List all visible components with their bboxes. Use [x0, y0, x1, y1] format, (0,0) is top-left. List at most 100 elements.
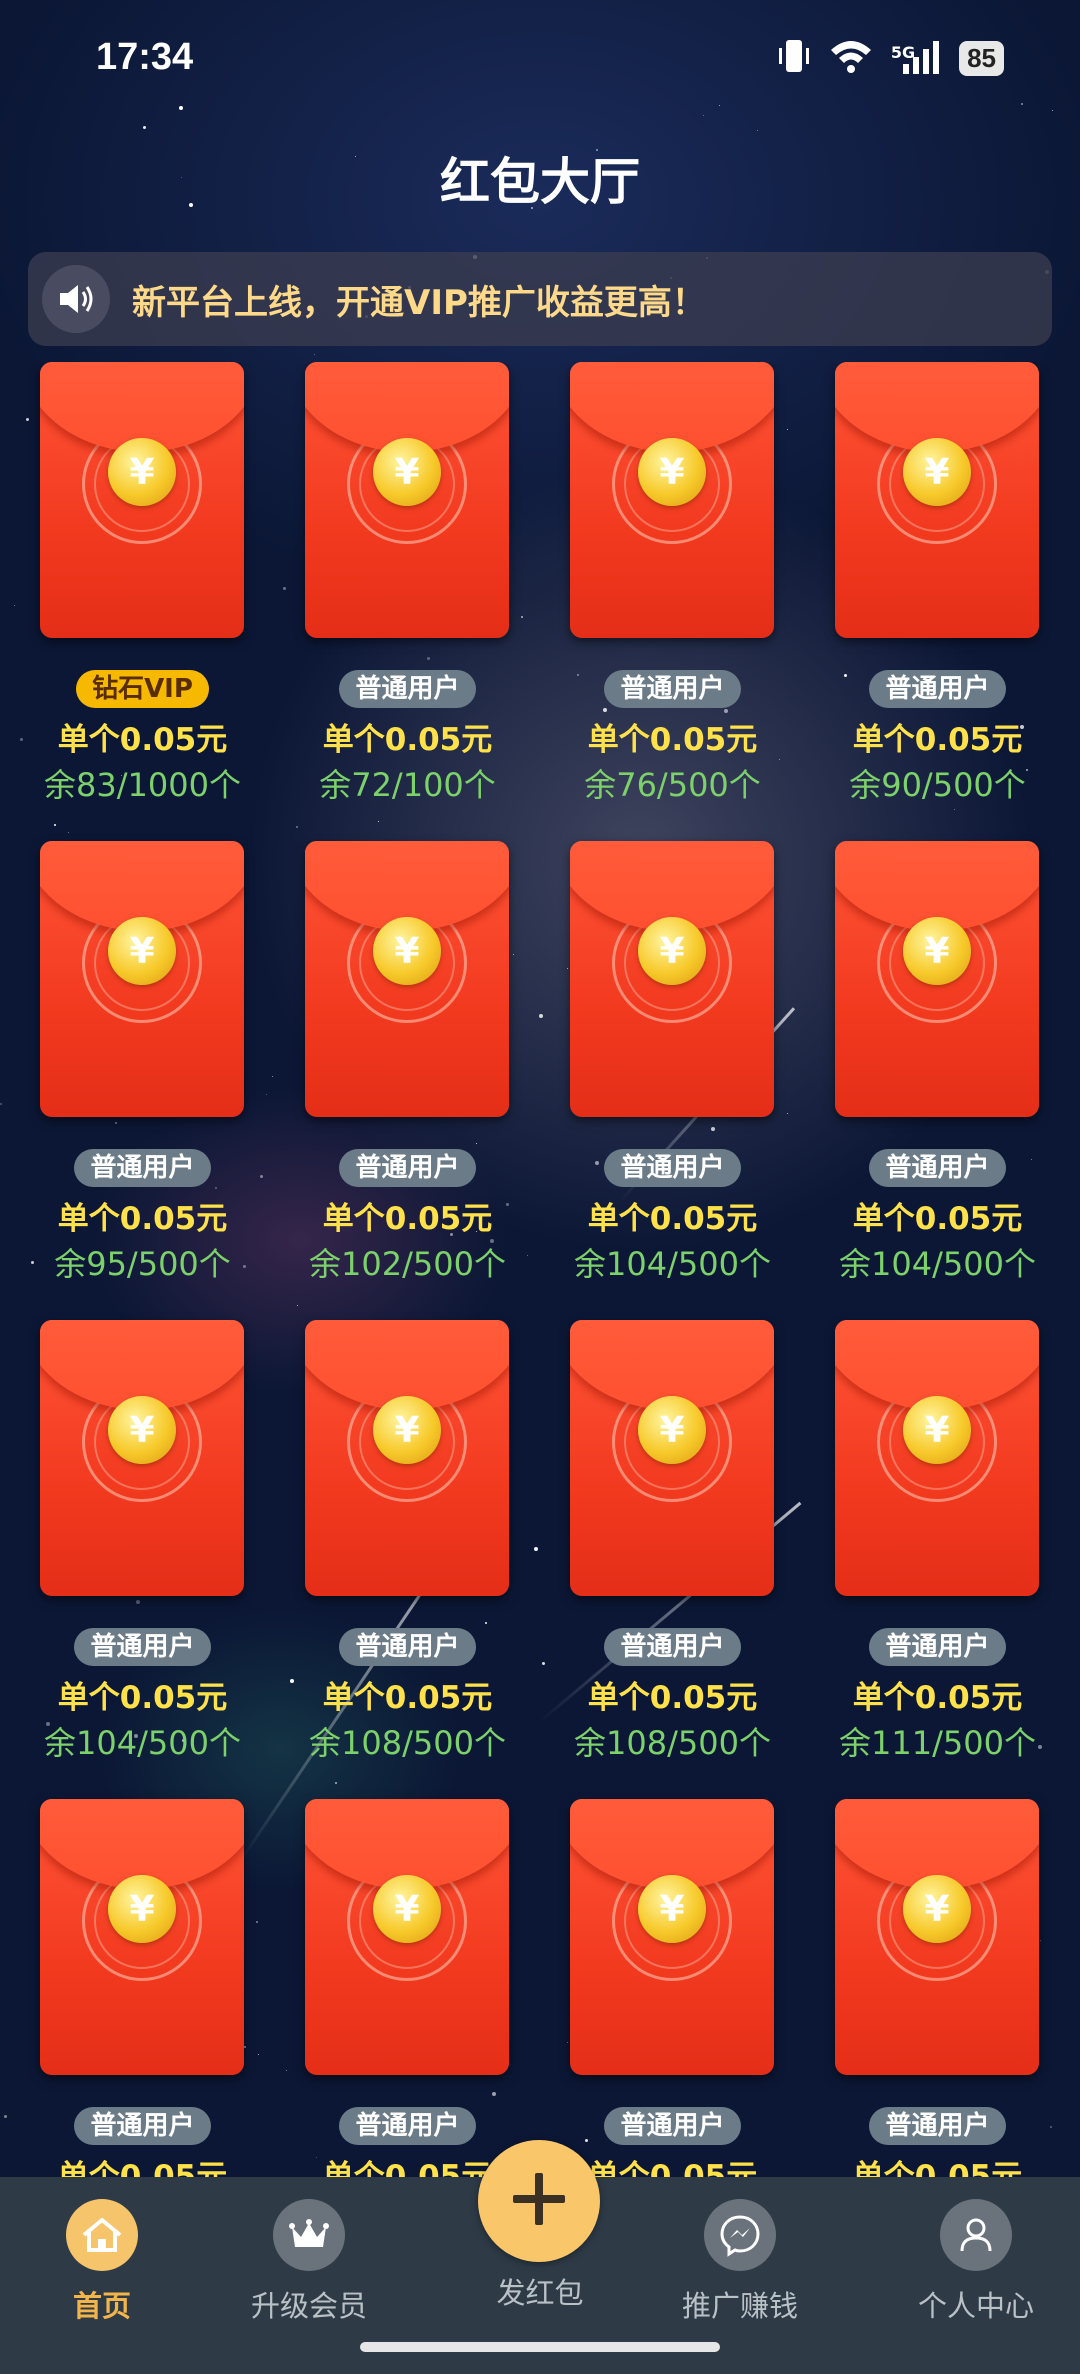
yuan-coin-icon: ¥ [903, 1396, 971, 1464]
send-red-envelope-label: 发红包 [496, 2276, 584, 2310]
user-level-label: 普通用户 [339, 2107, 476, 2145]
red-envelope[interactable]: ¥ [570, 1799, 774, 2075]
user-level-badge: 钻石VIP [0, 670, 285, 708]
red-envelope[interactable]: ¥ [40, 841, 244, 1117]
user-level-label: 普通用户 [74, 1149, 211, 1187]
red-envelope-card[interactable]: ¥ 普通用户 单个0.05元 [0, 1799, 265, 2177]
user-level-label: 普通用户 [339, 670, 476, 708]
envelope-remaining: 余76/500个 [584, 766, 761, 804]
red-envelope-card[interactable]: ¥ 普通用户 单个0.05元 余90/500个 [795, 362, 1060, 822]
red-envelope-card[interactable]: ¥ 普通用户单个0.05元 余104/500个 [530, 841, 795, 1301]
envelope-remaining: 余104/500个 [574, 1245, 771, 1283]
user-level-label: 普通用户 [604, 2107, 741, 2145]
plus-icon [507, 2167, 571, 2235]
user-level-label: 普通用户 [604, 1628, 741, 1666]
red-envelope[interactable]: ¥ [570, 362, 774, 638]
red-envelope[interactable]: ¥ [305, 841, 509, 1117]
star [757, 130, 758, 131]
user-level-label: 普通用户 [869, 1628, 1006, 1666]
user-level-label: 普通用户 [339, 1628, 476, 1666]
battery-indicator: 85 [959, 40, 1004, 76]
home-indicator[interactable] [360, 2342, 720, 2352]
red-envelope-card[interactable]: ¥ 普通用户 单个0.05元 余108/500个 [530, 1320, 795, 1780]
envelope-price: 单个0.05元 [852, 1201, 1023, 1237]
user-level-badge: 普通用户 [795, 2107, 1080, 2145]
red-envelope[interactable]: ¥ [40, 1799, 244, 2075]
yuan-coin-icon: ¥ [373, 438, 441, 506]
yuan-coin-icon: ¥ [108, 438, 176, 506]
tab-promote-earn-label: 推广赚钱 [681, 2289, 798, 2323]
red-envelope[interactable]: ¥ [305, 1799, 509, 2075]
user-level-badge: 普通用户 [265, 670, 550, 708]
envelope-price: 单个0.05元 [852, 2159, 1023, 2177]
envelope-price: 单个0.05元 [57, 1680, 228, 1716]
user-level-label: 普通用户 [74, 1628, 211, 1666]
tab-home[interactable]: 首页 [2, 2177, 202, 2337]
status-time: 17:34 [96, 36, 194, 78]
envelope-price: 单个0.05元 [322, 722, 493, 758]
send-red-envelope-button[interactable] [478, 2140, 600, 2262]
yuan-coin-icon: ¥ [373, 1396, 441, 1464]
envelope-remaining: 余95/500个 [54, 1245, 231, 1283]
wifi-icon [829, 38, 873, 78]
red-envelope[interactable]: ¥ [305, 362, 509, 638]
tab-upgrade-member[interactable]: 升级会员 [209, 2177, 409, 2337]
envelope-price: 单个0.05元 [587, 722, 758, 758]
envelope-remaining: 余104/500个 [44, 1724, 241, 1762]
red-envelope-card[interactable]: ¥ 普通用户 单个0.05元 余104/500个 [795, 841, 1060, 1301]
red-envelope-card[interactable]: ¥ 普通用户单个0.05元 余95/500个 [0, 841, 265, 1301]
red-envelope-card[interactable]: ¥ 普通用户单个0.05元 余72/100个 [265, 362, 530, 822]
user-level-badge: 普通用户 [795, 1149, 1080, 1187]
notice-text: 新平台上线，开通VIP推广收益更高！ [132, 282, 706, 323]
star [314, 354, 315, 355]
red-envelope[interactable]: ¥ [570, 841, 774, 1117]
red-envelope[interactable]: ¥ [835, 841, 1039, 1117]
envelope-price: 单个0.05元 [57, 1201, 228, 1237]
red-envelope[interactable]: ¥ [570, 1320, 774, 1596]
tab-personal-center-label: 个人中心 [917, 2289, 1034, 2323]
red-envelope[interactable]: ¥ [305, 1320, 509, 1596]
speaker-icon [42, 265, 110, 333]
user-level-badge: 普通用户 [265, 1628, 550, 1666]
yuan-coin-icon: ¥ [638, 1396, 706, 1464]
red-envelope-card[interactable]: ¥ 普通用户 单个0.05元 余102/500个 [265, 841, 530, 1301]
envelope-price: 单个0.05元 [57, 722, 228, 758]
home-icon [66, 2199, 138, 2271]
envelope-price: 单个0.05元 [322, 1201, 493, 1237]
red-envelope-card[interactable]: ¥ 普通用户 单个0.05元 [795, 1799, 1060, 2177]
user-level-badge: 普通用户 [0, 1628, 285, 1666]
envelope-price: 单个0.05元 [587, 1201, 758, 1237]
red-envelope[interactable]: ¥ [835, 362, 1039, 638]
envelope-price: 单个0.05元 [852, 1680, 1023, 1716]
yuan-coin-icon: ¥ [638, 438, 706, 506]
user-level-badge: 普通用户 [530, 1149, 815, 1187]
envelope-remaining: 余90/500个 [849, 766, 1026, 804]
envelope-price: 单个0.05元 [587, 1680, 758, 1716]
envelope-price: 单个0.05元 [57, 2159, 228, 2177]
status-bar: 17:34 5G 85 [0, 0, 1080, 120]
red-envelope[interactable]: ¥ [40, 362, 244, 638]
tab-personal-center[interactable]: 个人中心 [876, 2177, 1076, 2337]
user-level-label: 普通用户 [604, 1149, 741, 1187]
red-envelope-card[interactable]: ¥ 钻石VIP 单个0.05元 余83/1000个 [0, 362, 265, 822]
red-envelope-card[interactable]: ¥ 普通用户 单个0.05元 余111/500个 [795, 1320, 1060, 1780]
red-envelope-card[interactable]: ¥ 普通用户 单个0.05元 [265, 1799, 530, 2177]
red-envelope-card[interactable]: ¥ 普通用户 单个0.05元 余108/500个 [265, 1320, 530, 1780]
red-envelope-card[interactable]: ¥ 普通用户 单个0.05元 余76/500个 [530, 362, 795, 822]
yuan-coin-icon: ¥ [108, 1396, 176, 1464]
user-level-badge: 普通用户 [795, 670, 1080, 708]
envelope-remaining: 余72/100个 [319, 766, 496, 804]
tab-promote-earn[interactable]: 推广赚钱 [640, 2177, 840, 2337]
user-level-badge: 普通用户 [530, 2107, 815, 2145]
red-envelope-card[interactable]: ¥ 普通用户 单个0.05元 [530, 1799, 795, 2177]
red-envelope[interactable]: ¥ [40, 1320, 244, 1596]
red-envelope-card[interactable]: ¥ 普通用户单个0.05元 余104/500个 [0, 1320, 265, 1780]
page-title: 红包大厅 [440, 153, 640, 211]
messenger-icon [704, 2199, 776, 2271]
envelope-remaining: 余102/500个 [309, 1245, 506, 1283]
cellular-signal-icon: 5G [891, 40, 941, 76]
yuan-coin-icon: ¥ [903, 1875, 971, 1943]
red-envelope[interactable]: ¥ [835, 1799, 1039, 2075]
notice-banner[interactable]: 新平台上线，开通VIP推广收益更高！ [28, 252, 1052, 346]
red-envelope[interactable]: ¥ [835, 1320, 1039, 1596]
